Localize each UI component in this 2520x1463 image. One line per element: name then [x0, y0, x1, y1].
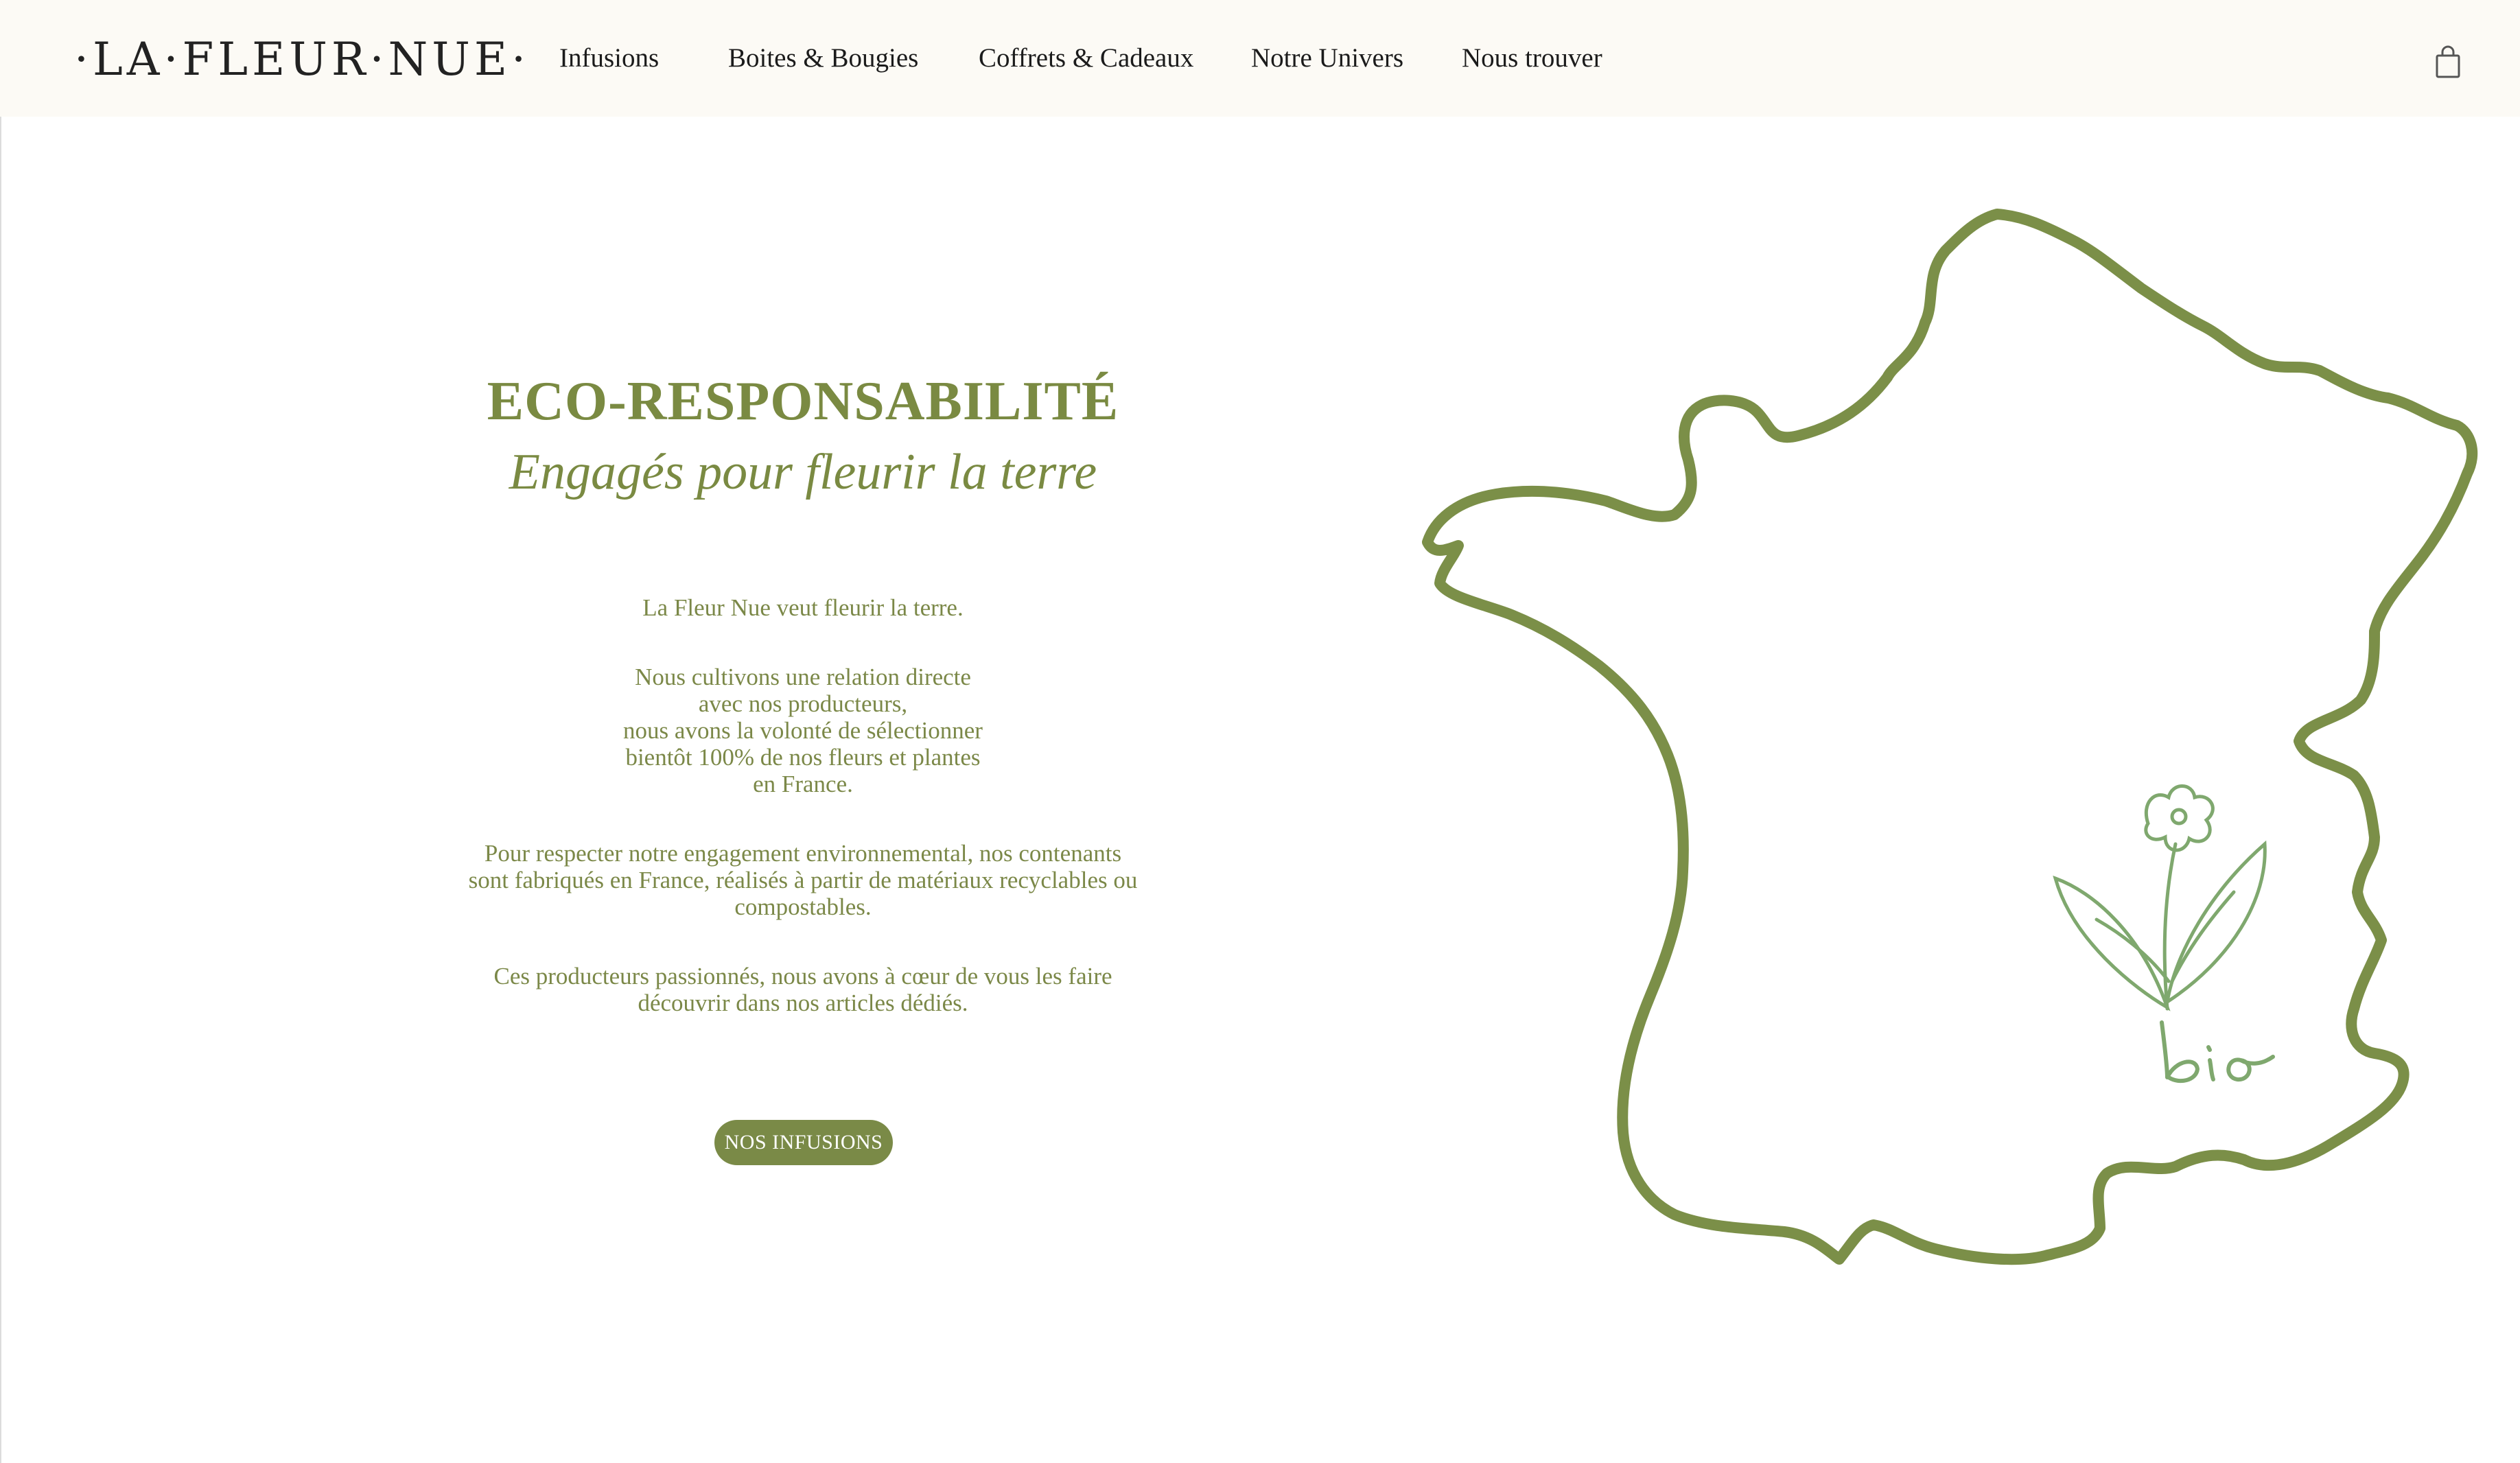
eco-section: ECO-RESPONSABILITÉ Engagés pour fleurir … — [384, 364, 1222, 1016]
nav-item-coffrets-cadeaux[interactable]: Coffrets & Cadeaux — [979, 41, 1193, 75]
shopping-bag-icon — [2436, 45, 2460, 78]
main-nav: Infusions Boites & Bougies Coffrets & Ca… — [0, 0, 1716, 117]
france-map-illustration — [1422, 209, 2478, 1265]
page-title: ECO-RESPONSABILITÉ — [487, 371, 1119, 432]
page-border — [0, 0, 1, 1463]
cart-button[interactable] — [2434, 45, 2462, 80]
nav-item-notre-univers[interactable]: Notre Univers — [1251, 41, 1403, 75]
paragraph-producers: Nous cultivons une relation directe avec… — [623, 664, 983, 797]
france-outline — [1422, 209, 2478, 1265]
page: ·LA·FLEUR·NUE· Infusions Boites & Bougie… — [0, 0, 2520, 1463]
nos-infusions-button[interactable]: NOS INFUSIONS — [714, 1120, 893, 1165]
paragraph-intro: La Fleur Nue veut fleurir la terre. — [642, 594, 964, 621]
nav-item-nous-trouver[interactable]: Nous trouver — [1462, 41, 1602, 75]
nav-item-boites-bougies[interactable]: Boites & Bougies — [728, 41, 918, 75]
nav-item-infusions[interactable]: Infusions — [559, 41, 659, 75]
site-header: ·LA·FLEUR·NUE· Infusions Boites & Bougie… — [0, 0, 2520, 117]
bio-lettering — [2160, 1020, 2275, 1084]
page-subtitle: Engagés pour fleurir la terre — [509, 444, 1097, 500]
paragraph-articles: Ces producteurs passionnés, nous avons à… — [493, 963, 1112, 1016]
paragraph-containers: Pour respecter notre engagement environn… — [468, 840, 1138, 920]
flower-icon — [2053, 784, 2267, 1011]
